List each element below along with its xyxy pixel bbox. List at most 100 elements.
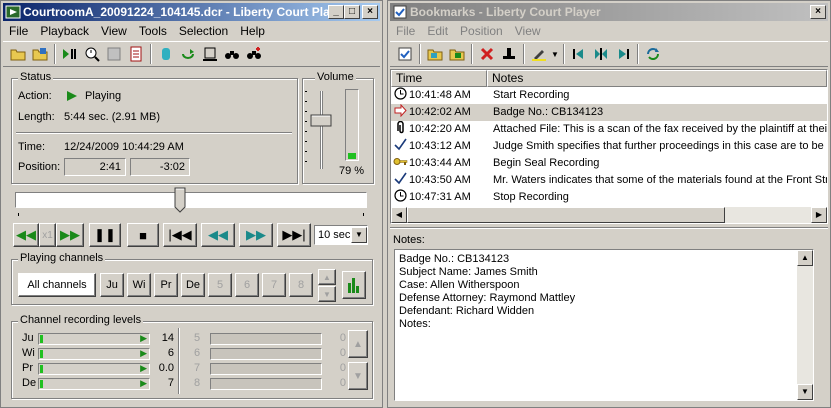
open-folder-icon[interactable] xyxy=(7,43,29,65)
speed-button[interactable]: x1 xyxy=(39,223,56,247)
channel-7-button[interactable]: 7 xyxy=(262,273,286,297)
save-bookmarks-icon[interactable] xyxy=(446,43,468,65)
channel-de-button[interactable]: De xyxy=(181,273,205,297)
bookmark-row[interactable]: 10:43:44 AM Begin Seal Recording xyxy=(391,155,827,172)
time-label: Time: xyxy=(18,141,46,153)
seek-thumb[interactable] xyxy=(174,187,186,213)
highlighter-icon[interactable] xyxy=(528,43,550,65)
bookmark-note: Attached File: This is a scan of the fax… xyxy=(493,123,827,135)
notes-vscrollbar[interactable]: ▲ ▼ xyxy=(797,250,813,400)
checkbox-icon[interactable] xyxy=(394,43,416,65)
play-bookmark-icon[interactable] xyxy=(590,43,612,65)
skip-interval-select[interactable]: 10 sec ▼ xyxy=(314,225,368,245)
all-channels-button[interactable]: All channels xyxy=(18,273,96,297)
menu-playback[interactable]: Playback xyxy=(34,24,95,38)
bookmarks-hscrollbar[interactable]: ◀ ▶ xyxy=(391,207,827,223)
channel-scroll-down-button[interactable]: ▼ xyxy=(318,286,336,302)
jump-back-button[interactable]: ◀◀ xyxy=(201,223,235,247)
fast-forward-button[interactable]: ▶▶ xyxy=(56,223,84,247)
bookmark-row[interactable]: 10:43:12 AM Judge Smith specifies that fu… xyxy=(391,138,827,155)
channel-scroll-up-button[interactable]: ▲ xyxy=(318,269,336,285)
column-header-time[interactable]: Time xyxy=(391,70,487,87)
level-value: 7 xyxy=(167,377,174,389)
bookmarks-close-button[interactable]: × xyxy=(810,5,826,19)
playing-channels-label: Playing channels xyxy=(18,252,106,264)
channel-6-button[interactable]: 6 xyxy=(235,273,259,297)
scroll-thumb[interactable] xyxy=(407,207,725,223)
bookmark-row[interactable]: 10:43:50 AM Mr. Waters indicates that som… xyxy=(391,172,827,189)
properties-icon[interactable] xyxy=(103,43,125,65)
channel-wi-button[interactable]: Wi xyxy=(127,273,151,297)
play-icon: ▶ xyxy=(140,333,147,343)
bookmark-row[interactable]: 10:47:31 AM Stop Recording xyxy=(391,189,827,206)
pause-button[interactable]: ❚❚ xyxy=(89,223,121,247)
channel-ju-button[interactable]: Ju xyxy=(100,273,124,297)
menu-selection[interactable]: Selection xyxy=(173,24,234,38)
player-window: CourtroomA_20091224_104145.dcr - Liberty… xyxy=(0,0,383,408)
cylinder-icon[interactable] xyxy=(155,43,177,65)
menu-tools[interactable]: Tools xyxy=(133,24,173,38)
refresh-icon[interactable] xyxy=(642,43,664,65)
scroll-left-button[interactable]: ◀ xyxy=(391,207,407,223)
previous-bookmark-icon[interactable] xyxy=(568,43,590,65)
minimize-button[interactable]: _ xyxy=(328,5,344,19)
channel-bars-button[interactable] xyxy=(342,271,366,299)
chevron-down-icon[interactable]: ▼ xyxy=(351,227,367,243)
notes-scroll-up-button[interactable]: ▲ xyxy=(797,250,813,266)
menu-help[interactable]: Help xyxy=(234,24,271,38)
jump-forward-button[interactable]: ▶▶ xyxy=(239,223,273,247)
highlighter-dropdown-icon[interactable]: ▼ xyxy=(550,43,560,65)
close-button[interactable]: × xyxy=(362,5,378,19)
open-recent-icon[interactable] xyxy=(29,43,51,65)
menu-file[interactable]: File xyxy=(3,24,34,38)
remaining-field: -3:02 xyxy=(130,158,190,176)
clock-icon xyxy=(391,87,409,104)
channel-pr-button[interactable]: Pr xyxy=(154,273,178,297)
binoculars-plus-icon[interactable] xyxy=(243,43,265,65)
notes-line: Notes: xyxy=(399,318,431,330)
channel-5-button[interactable]: 5 xyxy=(208,273,232,297)
bookmarks-menubar: File Edit Position View xyxy=(390,22,828,40)
menu-view[interactable]: View xyxy=(95,24,133,38)
bm-menu-edit[interactable]: Edit xyxy=(421,24,454,38)
bookmark-row[interactable]: 10:42:02 AM Badge No.: CB134123 xyxy=(391,103,827,121)
notes-textarea[interactable]: Badge No.: CB134123 Subject Name: James S… xyxy=(394,249,814,401)
stamp-icon[interactable] xyxy=(498,43,520,65)
level-meter xyxy=(210,348,322,360)
clock-search-icon[interactable] xyxy=(81,43,103,65)
notes-icon[interactable] xyxy=(125,43,147,65)
loop-icon[interactable] xyxy=(177,43,199,65)
bookmark-row[interactable]: 10:42:20 AM Attached File: This is a scan… xyxy=(391,120,827,138)
player-title: CourtroomA_20091224_104145.dcr - Liberty… xyxy=(23,5,348,19)
notes-splitter[interactable] xyxy=(390,227,828,229)
stop-button[interactable]: ■ xyxy=(127,223,159,247)
play-icon: ▶ xyxy=(140,378,147,388)
levels-scroll-up-button[interactable]: ▲ xyxy=(348,330,368,358)
open-bookmarks-icon[interactable] xyxy=(424,43,446,65)
play-pause-icon[interactable] xyxy=(59,43,81,65)
rewind-button[interactable]: ◀◀ xyxy=(13,223,39,247)
volume-slider[interactable] xyxy=(303,87,339,177)
bm-menu-position[interactable]: Position xyxy=(454,24,509,38)
scroll-right-button[interactable]: ▶ xyxy=(811,207,827,223)
column-header-notes[interactable]: Notes xyxy=(487,70,827,87)
maximize-button[interactable]: □ xyxy=(344,5,360,19)
player-titlebar[interactable]: CourtroomA_20091224_104145.dcr - Liberty… xyxy=(3,3,380,21)
bm-menu-view[interactable]: View xyxy=(509,24,547,38)
bm-menu-file[interactable]: File xyxy=(390,24,421,38)
level-meter-fill xyxy=(40,380,43,388)
channel-8-button[interactable]: 8 xyxy=(289,273,313,297)
bookmark-row[interactable]: 10:41:48 AM Start Recording xyxy=(391,87,827,104)
notes-scroll-down-button[interactable]: ▼ xyxy=(797,384,813,400)
key-icon xyxy=(391,155,409,172)
skip-start-button[interactable]: |◀◀ xyxy=(163,223,197,247)
next-bookmark-icon[interactable] xyxy=(612,43,634,65)
binoculars-icon[interactable] xyxy=(221,43,243,65)
skip-end-button[interactable]: ▶▶| xyxy=(277,223,311,247)
levels-scroll-down-button[interactable]: ▼ xyxy=(348,362,368,390)
bookmarks-titlebar[interactable]: Bookmarks - Liberty Court Player × xyxy=(390,3,828,21)
delete-icon[interactable] xyxy=(476,43,498,65)
marker-icon[interactable] xyxy=(199,43,221,65)
seek-bar[interactable] xyxy=(15,192,367,208)
paperclip-icon xyxy=(391,120,409,138)
